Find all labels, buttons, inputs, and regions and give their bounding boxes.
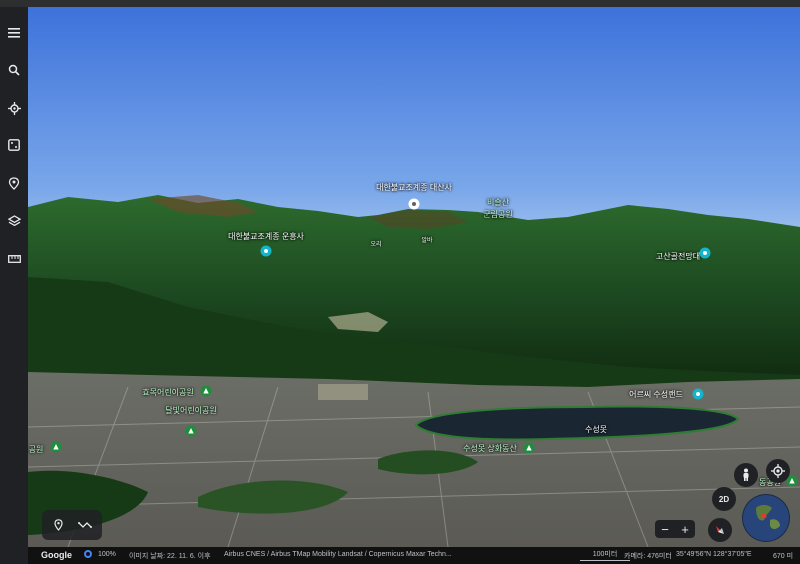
zoom-percentage: 100% [98,551,116,558]
label-park-left-edge[interactable]: 공원 [29,444,44,455]
terrain-render [28,7,800,547]
label-temple-top[interactable]: 대한불교조계종 대산사 [376,182,452,193]
measure-icon[interactable] [0,245,28,273]
label-tiny-2[interactable]: 알바 [421,235,432,244]
image-date: 이미지 날짜: 22. 11. 6. 이후 [129,553,211,560]
label-park-line2[interactable]: 군립공원 [483,209,512,220]
children-park-2-pin[interactable] [185,425,197,437]
projects-icon[interactable] [0,169,28,197]
my-location-icon[interactable] [766,459,790,483]
elevation: 670 미 [773,553,794,560]
sunset-land-pin[interactable] [692,388,704,400]
sidebar [0,7,28,564]
path-icon[interactable] [74,516,96,534]
voyager-icon[interactable] [0,94,28,122]
label-tiny-1[interactable]: 오리 [370,239,381,248]
camera-altitude: 카메라: 476미터 [624,553,672,560]
label-suseong-lake[interactable]: 수성못 [585,424,607,435]
suseong-park-pin[interactable] [523,442,535,454]
zoom-control: − + [655,520,695,538]
map-view[interactable]: 대한불교조계종 대산사 비슬산 군립공원 대한불교조계종 운흥사 오리 알바 고… [28,7,800,547]
observatory-pin[interactable] [699,247,711,259]
menu-icon[interactable] [0,19,28,47]
drawing-toolbox [42,510,102,540]
google-logo: Google [41,550,72,560]
scale-bar: 100미터 [580,549,630,561]
compass-icon[interactable] [708,518,732,542]
label-temple-left[interactable]: 대한불교조계종 운흥사 [228,231,304,242]
children-park-1-pin[interactable] [200,385,212,397]
label-children-park-1[interactable]: 효목어린이공원 [142,387,194,398]
zoom-out-button[interactable]: − [655,520,675,538]
label-park-line1[interactable]: 비슬산 [487,197,509,208]
label-suseong-park[interactable]: 수성못 상화동산 [463,443,517,454]
park-left-edge-pin[interactable] [50,441,62,453]
coordinates: 35°49'56"N 128°37'05"E [676,551,752,558]
loading-ring-icon [84,550,92,558]
layers-icon[interactable] [0,207,28,235]
search-icon[interactable] [0,56,28,84]
status-bar: Google 100% 이미지 날짜: 22. 11. 6. 이후 Airbus… [28,547,800,564]
temple-pin[interactable] [408,198,420,210]
zoom-in-button[interactable]: + [675,520,695,538]
label-sunset-land[interactable]: 어르씨 수성랜드 [629,389,683,400]
placemark-icon[interactable] [48,516,68,534]
attribution-text[interactable]: Airbus CNES / Airbus TMap Mobility Lands… [224,551,452,558]
label-children-park-2[interactable]: 달빛어린이공원 [165,405,217,416]
stadium [318,384,368,400]
globe-icon[interactable] [742,494,790,542]
temple-left-pin[interactable] [260,245,272,257]
dice-icon[interactable] [0,131,28,159]
toggle-2d-button[interactable]: 2D [712,487,736,511]
label-observatory[interactable]: 고산골전망대 [656,251,700,262]
top-bar [0,0,800,7]
pegman-icon[interactable] [734,463,758,487]
